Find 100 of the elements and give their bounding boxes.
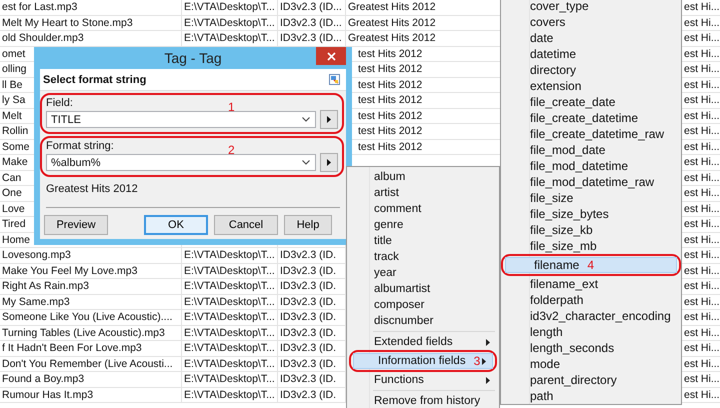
menu-item[interactable]: Information fields 3	[353, 353, 493, 369]
menu-item[interactable]: file_create_datetime_raw	[501, 126, 681, 142]
table-cell: ID3v2.3 (ID.	[280, 296, 336, 308]
table-cell: E:\VTA\Desktop\T...	[184, 358, 275, 370]
menu-item[interactable]: albumartist	[349, 281, 497, 297]
preview-text: Greatest Hits 2012	[46, 183, 139, 195]
menu-item[interactable]: Remove from history	[349, 393, 497, 408]
table-cell: E:\VTA\Desktop\T...	[184, 296, 275, 308]
annotation-number: 1	[228, 100, 235, 114]
annotation-number: 2	[228, 143, 235, 157]
dialog-button[interactable]: OK	[144, 215, 208, 235]
menu-item[interactable]: composer	[349, 297, 497, 313]
menu-item[interactable]: Extended fields	[349, 334, 497, 350]
table-cell: est Hi...	[684, 311, 720, 323]
table-cell: est Hi...	[684, 78, 720, 90]
table-cell: est Hi...	[684, 94, 720, 106]
table-cell: ID3v2.3 (ID.	[280, 326, 336, 338]
table-cell: ID3v2.3 (ID.	[280, 373, 336, 385]
menu-item[interactable]: file_mod_datetime	[501, 158, 681, 174]
triangle-icon	[327, 116, 331, 123]
dropdown-field[interactable]: %album%	[46, 154, 316, 171]
table-cell: ID3v2.3 (ID.	[280, 358, 336, 370]
field-label: Field:	[46, 97, 73, 109]
menu-item[interactable]: length	[501, 324, 681, 340]
triangle-icon	[327, 159, 331, 166]
menu-item[interactable]: comment	[349, 201, 497, 217]
table-cell: ID3v2.3 (ID.	[280, 280, 336, 292]
table-cell: olling	[2, 63, 27, 75]
table-cell: est Hi...	[684, 125, 720, 137]
table-cell: ID3v2.3 (ID.	[280, 342, 336, 354]
menu-item[interactable]: directory	[501, 62, 681, 78]
table-cell: Greatest Hits 2012	[348, 16, 436, 28]
table-cell: ID3v2.3 (ID...	[280, 16, 342, 28]
menu-item[interactable]: date	[501, 30, 681, 46]
table-cell: omet	[2, 48, 26, 60]
menu-item[interactable]: year	[349, 265, 497, 281]
menu-item[interactable]: track	[349, 249, 497, 265]
insert-button[interactable]	[320, 110, 338, 129]
table-cell: ID3v2.3 (ID.	[280, 388, 336, 400]
menu-item[interactable]: folderpath	[501, 292, 681, 308]
menu-item[interactable]: id3v2_character_encoding	[501, 308, 681, 324]
dropdown-field[interactable]: TITLE	[46, 111, 316, 128]
table-cell: Lovesong.mp3	[2, 249, 71, 261]
menu-item[interactable]: extension	[501, 78, 681, 94]
menu-item[interactable]: filename_ext	[501, 276, 681, 292]
menu-item[interactable]: Functions	[349, 372, 497, 388]
menu-item[interactable]: file_size	[501, 190, 681, 206]
menu-item[interactable]: discnumber	[349, 313, 497, 329]
table-cell: est Hi...	[684, 140, 720, 152]
submenu-arrow-icon	[486, 338, 490, 346]
menu-item[interactable]: genre	[349, 217, 497, 233]
dialog-button[interactable]: Preview	[44, 215, 108, 235]
menu-item[interactable]: file_mod_datetime_raw	[501, 174, 681, 190]
menu-item[interactable]: datetime	[501, 46, 681, 62]
table-cell: ID3v2.3 (ID...	[280, 32, 342, 44]
table-cell: est Hi...	[684, 218, 720, 230]
close-button[interactable]	[316, 47, 346, 65]
table-cell: test Hits 2012	[358, 125, 422, 137]
menu-item[interactable]: file_size_bytes	[501, 206, 681, 222]
menu-item[interactable]: album	[349, 169, 497, 185]
menu-item[interactable]: filename 4	[505, 257, 677, 273]
menu-item[interactable]: file_create_date	[501, 94, 681, 110]
dialog-button[interactable]: Cancel	[214, 215, 278, 235]
menu-item[interactable]: length_seconds	[501, 340, 681, 356]
table-cell: E:\VTA\Desktop\T...	[184, 373, 275, 385]
dialog-heading: Select format string	[43, 74, 146, 86]
table-cell: est Hi...	[684, 156, 720, 168]
menu-item[interactable]: file_size_mb	[501, 238, 681, 254]
table-cell: Right As Rain.mp3	[2, 280, 89, 292]
menu-item[interactable]: file_size_kb	[501, 222, 681, 238]
chevron-icon	[302, 160, 310, 165]
table-cell: Turning Tables (Live Acoustic).mp3	[2, 326, 165, 338]
menu-item[interactable]: covers	[501, 14, 681, 30]
table-cell: test Hits 2012	[358, 94, 422, 106]
menu-item[interactable]: mode	[501, 356, 681, 372]
table-cell: ll Be	[2, 78, 22, 90]
table-cell: est Hi...	[684, 296, 720, 308]
table-cell: Make	[2, 156, 28, 168]
table-cell: old Shoulder.mp3	[2, 32, 84, 44]
table-cell: est Hi...	[684, 187, 720, 199]
insert-button[interactable]	[320, 153, 338, 172]
window-icon[interactable]	[329, 74, 340, 85]
menu-item[interactable]: path	[501, 388, 681, 404]
menu-item[interactable]: artist	[349, 185, 497, 201]
table-cell: test Hits 2012	[358, 78, 422, 90]
table-cell: est Hi...	[684, 249, 720, 261]
table-cell: Melt	[2, 110, 22, 122]
table-cell: My Same.mp3	[2, 296, 70, 308]
table-cell: est Hi...	[684, 264, 720, 276]
dialog-button[interactable]: Help	[284, 215, 332, 235]
menu-item[interactable]: cover_type	[501, 0, 681, 14]
menu-item[interactable]: file_create_datetime	[501, 110, 681, 126]
table-cell: E:\VTA\Desktop\T...	[184, 32, 275, 44]
menu-item[interactable]: file_mod_date	[501, 142, 681, 158]
menu-item[interactable]: parent_directory	[501, 372, 681, 388]
menu-item[interactable]: title	[349, 233, 497, 249]
table-cell: ID3v2.3 (ID.	[280, 311, 336, 323]
table-cell: Greatest Hits 2012	[348, 1, 436, 13]
table-cell: Some	[2, 140, 30, 152]
table-cell: test Hits 2012	[358, 63, 422, 75]
